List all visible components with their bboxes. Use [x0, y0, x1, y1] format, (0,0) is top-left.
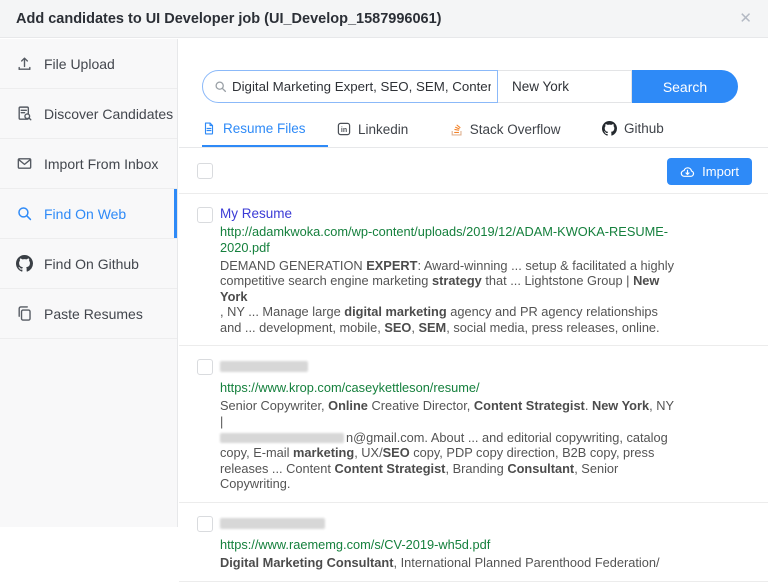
- import-button[interactable]: Import: [667, 158, 752, 185]
- tab-linkedin[interactable]: in Linkedin: [337, 114, 408, 148]
- keyword-input-box: [202, 70, 498, 103]
- tab-resume-files[interactable]: Resume Files: [202, 113, 328, 147]
- search-button[interactable]: Search: [632, 70, 738, 103]
- upload-icon: [16, 55, 33, 72]
- tab-label: Linkedin: [358, 122, 408, 137]
- sidebar-item-paste-resumes[interactable]: Paste Resumes: [0, 289, 177, 339]
- result-content: https://www.krop.com/caseykettleson/resu…: [220, 357, 678, 492]
- tab-github[interactable]: Github: [602, 113, 664, 147]
- svg-text:in: in: [341, 127, 347, 134]
- github-icon: [16, 255, 33, 272]
- sidebar-item-label: Discover Candidates: [44, 106, 173, 122]
- location-input-box: [498, 70, 632, 103]
- results-list: My Resume http://adamkwoka.com/wp-conten…: [179, 193, 768, 582]
- sidebar-item-label: Import From Inbox: [44, 156, 158, 172]
- clipboard-icon: [16, 305, 33, 322]
- sidebar: File Upload Discover Candidates Import F…: [0, 39, 178, 527]
- sidebar-item-label: Paste Resumes: [44, 306, 143, 322]
- keyword-search-input[interactable]: [203, 79, 497, 94]
- sidebar-item-label: Find On Github: [44, 256, 139, 272]
- result-row: https://www.krop.com/caseykettleson/resu…: [179, 346, 768, 503]
- result-snippet: Senior Copywriter, Online Creative Direc…: [220, 398, 678, 492]
- result-snippet: DEMAND GENERATION EXPERT: Award-winning …: [220, 258, 678, 336]
- sidebar-item-find-on-web[interactable]: Find On Web: [0, 189, 177, 239]
- sidebar-item-label: Find On Web: [44, 206, 126, 222]
- sidebar-item-label: File Upload: [44, 56, 115, 72]
- result-content: https://www.raememg.com/s/CV-2019-wh5d.p…: [220, 514, 678, 571]
- tab-stack-overflow[interactable]: Stack Overflow: [450, 114, 561, 148]
- document-search-icon: [16, 105, 33, 122]
- tab-label: Stack Overflow: [470, 122, 561, 137]
- search-bar: Search: [202, 70, 738, 103]
- redacted-text: [220, 433, 344, 443]
- modal-header: Add candidates to UI Developer job (UI_D…: [0, 0, 768, 38]
- result-checkbox[interactable]: [197, 207, 213, 223]
- envelope-icon: [16, 155, 33, 172]
- main-panel: Search Resume Files in Linkedin: [179, 39, 768, 527]
- sidebar-item-import-from-inbox[interactable]: Import From Inbox: [0, 139, 177, 189]
- page-title: Add candidates to UI Developer job (UI_D…: [16, 11, 441, 27]
- resume-file-icon: [202, 121, 216, 136]
- result-url: https://www.krop.com/caseykettleson/resu…: [220, 380, 678, 396]
- sidebar-item-discover-candidates[interactable]: Discover Candidates: [0, 89, 177, 139]
- result-checkbox[interactable]: [197, 359, 213, 375]
- result-title-link[interactable]: My Resume: [220, 205, 292, 222]
- tab-label: Github: [624, 121, 664, 136]
- location-input[interactable]: [498, 79, 631, 94]
- result-row: https://www.raememg.com/s/CV-2019-wh5d.p…: [179, 503, 768, 582]
- source-tabs: Resume Files in Linkedin Stack Overflow: [179, 113, 768, 148]
- github-icon: [602, 121, 617, 136]
- import-button-label: Import: [702, 164, 739, 179]
- sidebar-item-find-on-github[interactable]: Find On Github: [0, 239, 177, 289]
- result-url: https://www.raememg.com/s/CV-2019-wh5d.p…: [220, 537, 678, 553]
- redacted-result-title: [220, 361, 308, 372]
- close-icon[interactable]: ✕: [739, 11, 752, 26]
- import-toolbar: Import: [179, 148, 768, 185]
- search-icon: [214, 80, 227, 93]
- result-snippet: Digital Marketing Consultant, Internatio…: [220, 555, 678, 571]
- result-url: http://adamkwoka.com/wp-content/uploads/…: [220, 224, 678, 256]
- result-content: My Resume http://adamkwoka.com/wp-conten…: [220, 205, 678, 336]
- sidebar-item-file-upload[interactable]: File Upload: [0, 39, 177, 89]
- redacted-result-title: [220, 518, 325, 529]
- cloud-import-icon: [680, 165, 695, 178]
- result-checkbox[interactable]: [197, 516, 213, 532]
- search-icon: [16, 205, 33, 222]
- linkedin-icon: in: [337, 122, 351, 136]
- tab-label: Resume Files: [223, 121, 306, 136]
- result-row: My Resume http://adamkwoka.com/wp-conten…: [179, 194, 768, 347]
- select-all-checkbox[interactable]: [197, 163, 213, 179]
- stackoverflow-icon: [450, 122, 463, 136]
